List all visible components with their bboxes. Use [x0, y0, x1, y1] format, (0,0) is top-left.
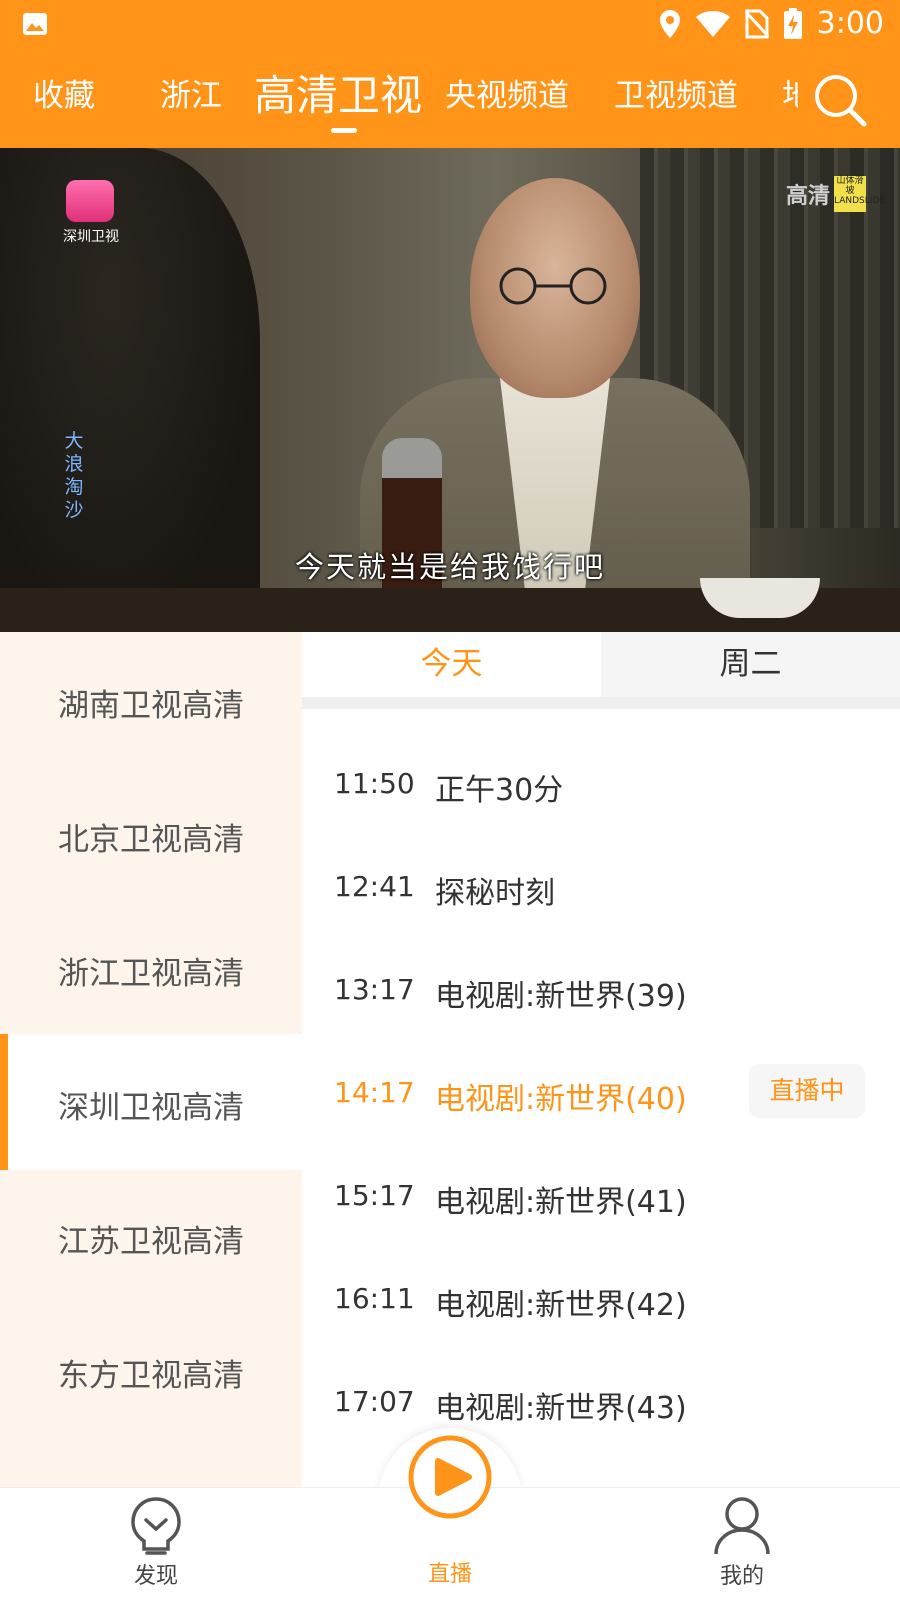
- program-schedule: 11:50 正午30分 12:41 探秘时刻 13:17 电视剧:新世界(39)…: [302, 709, 900, 1487]
- video-subtitle: 今天就当是给我饯行吧: [294, 550, 605, 584]
- show-side-title: 大浪淘沙: [64, 430, 84, 521]
- tab-zhejiang[interactable]: 浙江: [160, 70, 222, 115]
- hd-badge-text: 高清: [786, 184, 831, 209]
- tab-favorites[interactable]: 收藏: [33, 70, 95, 115]
- program-name: 电视剧:新世界(40): [435, 1082, 687, 1117]
- bottom-nav: 发现 直播 我的: [0, 1435, 900, 1601]
- lightbulb-icon: [131, 1497, 181, 1555]
- program-row[interactable]: 17:07 电视剧:新世界(43): [302, 1349, 900, 1452]
- program-time: 14:17: [334, 1076, 415, 1109]
- program-row[interactable]: 15:17 电视剧:新世界(41): [302, 1143, 900, 1246]
- status-time: 3:00: [816, 6, 884, 41]
- day-tabs: 今天 周二: [302, 632, 900, 697]
- program-time: 13:17: [334, 973, 415, 1006]
- program-name: 电视剧:新世界(42): [435, 1288, 687, 1323]
- program-time: 11:50: [334, 767, 415, 800]
- live-badge: 直播中: [749, 1064, 865, 1118]
- sponsor-badge: 山体滑坡 LANDSLIDE: [834, 176, 885, 212]
- category-tabs: 收藏 浙江 高清卫视 央视频道 卫视频道 地: [0, 52, 900, 148]
- channel-list: 湖南卫视高清 北京卫视高清 浙江卫视高清 深圳卫视高清 江苏卫视高清 东方卫视高…: [0, 632, 302, 1487]
- channel-label: 东方卫视高清: [58, 1358, 244, 1394]
- program-row[interactable]: 16:11 电视剧:新世界(42): [302, 1246, 900, 1349]
- program-name: 探秘时刻: [435, 876, 555, 911]
- program-name: 电视剧:新世界(39): [435, 979, 687, 1014]
- search-icon[interactable]: [812, 72, 868, 128]
- tab-satellite[interactable]: 卫视频道: [614, 70, 738, 115]
- play-circle-icon: [408, 1435, 492, 1519]
- divider: [302, 697, 900, 709]
- program-time: 16:11: [334, 1282, 415, 1315]
- day-tab-tuesday[interactable]: 周二: [601, 632, 900, 697]
- no-sim-icon: [744, 9, 769, 38]
- image-notification-icon: [23, 13, 47, 35]
- channel-logo: 深圳卫视: [56, 180, 126, 250]
- channel-item-dongfang[interactable]: 东方卫视高清: [0, 1302, 302, 1438]
- nav-discover-label: 发现: [133, 1564, 178, 1589]
- day-tab-today[interactable]: 今天: [302, 632, 601, 697]
- channel-item-zhejiang[interactable]: 浙江卫视高清: [0, 900, 302, 1036]
- location-icon: [659, 9, 680, 38]
- nav-live[interactable]: 直播: [390, 1435, 510, 1601]
- channel-logo-text: 深圳卫视: [63, 229, 119, 245]
- channel-label: 江苏卫视高清: [58, 1224, 244, 1260]
- channel-item-beijing[interactable]: 北京卫视高清: [0, 766, 302, 902]
- program-time: 15:17: [334, 1179, 415, 1212]
- tab-local[interactable]: 地: [782, 70, 798, 115]
- program-time: 12:41: [334, 870, 415, 903]
- wifi-icon: [695, 10, 730, 37]
- hd-badge: 高清 山体滑坡 LANDSLIDE: [786, 176, 885, 212]
- channel-label: 湖南卫视高清: [58, 688, 244, 724]
- program-row[interactable]: 11:50 正午30分: [302, 731, 900, 834]
- program-name: 正午30分: [435, 773, 564, 808]
- program-row[interactable]: 12:41 探秘时刻: [302, 834, 900, 937]
- nav-mine[interactable]: 我的: [682, 1488, 802, 1601]
- channel-item-jiangsu[interactable]: 江苏卫视高清: [0, 1168, 302, 1304]
- channel-item-shenzhen[interactable]: 深圳卫视高清: [0, 1034, 302, 1170]
- program-name: 电视剧:新世界(43): [435, 1391, 687, 1426]
- nav-discover[interactable]: 发现: [96, 1488, 216, 1601]
- program-time: 17:07: [334, 1385, 415, 1418]
- tab-cctv[interactable]: 央视频道: [445, 70, 569, 115]
- program-row[interactable]: 13:17 电视剧:新世界(39): [302, 937, 900, 1040]
- nav-mine-label: 我的: [719, 1564, 764, 1589]
- nav-live-label: 直播: [427, 1562, 472, 1587]
- program-name: 电视剧:新世界(41): [435, 1185, 687, 1220]
- tab-hd-satellite[interactable]: 高清卫视: [254, 62, 422, 123]
- shenzhen-tv-logo-icon: [66, 180, 114, 222]
- channel-label: 北京卫视高清: [58, 822, 244, 858]
- video-glasses: [499, 267, 607, 305]
- channel-item-hunan[interactable]: 湖南卫视高清: [0, 632, 302, 768]
- battery-charging-icon: [783, 7, 802, 39]
- status-bar: 3:00: [0, 0, 900, 48]
- active-tab-indicator: [331, 128, 357, 133]
- channel-label: 深圳卫视高清: [58, 1090, 244, 1126]
- user-icon: [714, 1497, 770, 1555]
- program-row-live[interactable]: 14:17 电视剧:新世界(40) 直播中: [302, 1040, 900, 1143]
- channel-label: 浙江卫视高清: [58, 956, 244, 992]
